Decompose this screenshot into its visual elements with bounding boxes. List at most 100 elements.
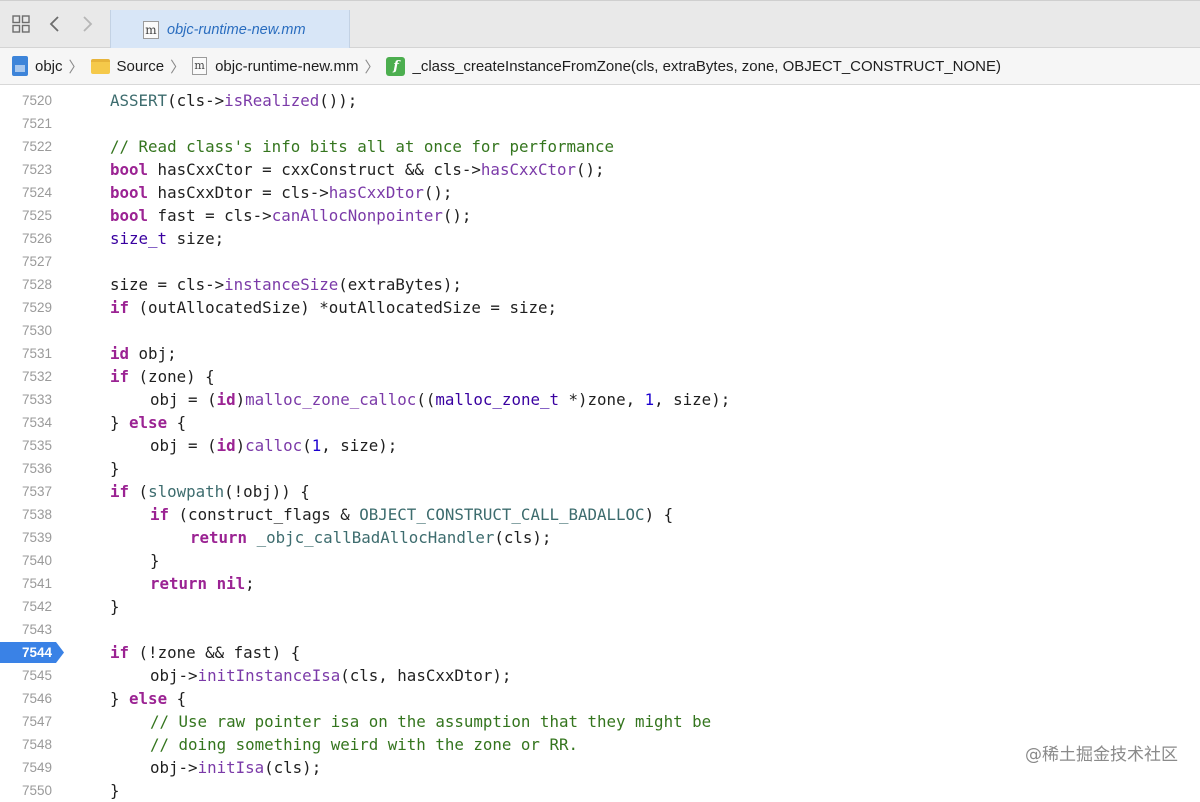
- code-text: // Read class's info bits all at once fo…: [110, 135, 614, 158]
- code-token: hasCxxDtor: [328, 183, 424, 202]
- code-line[interactable]: 7536}: [0, 457, 1200, 480]
- line-number[interactable]: 7546: [0, 687, 52, 710]
- code-text: obj->initIsa(cls);: [150, 756, 321, 779]
- tab-bar: m objc-runtime-new.mm: [0, 0, 1200, 49]
- code-token: }: [110, 597, 120, 616]
- code-token: obj->: [150, 666, 198, 685]
- code-token: obj;: [129, 344, 177, 363]
- code-line[interactable]: 7543: [0, 618, 1200, 641]
- code-line[interactable]: 7538 if (construct_flags & OBJECT_CONSTRU…: [0, 503, 1200, 526]
- line-number[interactable]: 7537: [0, 480, 52, 503]
- line-number[interactable]: 7536: [0, 457, 52, 480]
- tab-objc-runtime-new[interactable]: m objc-runtime-new.mm: [110, 10, 350, 49]
- breadcrumb-file[interactable]: m objc-runtime-new.mm: [192, 57, 358, 75]
- line-number[interactable]: 7529: [0, 296, 52, 319]
- line-number[interactable]: 7542: [0, 595, 52, 618]
- code-line[interactable]: 7528 size = cls->instanceSize(extraBytes)…: [0, 273, 1200, 296]
- line-number[interactable]: 7522: [0, 135, 52, 158]
- line-number[interactable]: 7540: [0, 549, 52, 572]
- code-editor[interactable]: 7520 ASSERT(cls->isRealized()); 7521 7522 //…: [0, 85, 1200, 800]
- code-line[interactable]: 7550}: [0, 779, 1200, 802]
- line-number[interactable]: 7526: [0, 227, 52, 250]
- line-number[interactable]: 7541: [0, 572, 52, 595]
- line-number[interactable]: 7539: [0, 526, 52, 549]
- code-token: }: [150, 551, 160, 570]
- line-number[interactable]: 7523: [0, 158, 52, 181]
- code-token: (cls);: [264, 758, 322, 777]
- code-line[interactable]: 7542}: [0, 595, 1200, 618]
- code-line[interactable]: 7549 obj->initIsa(cls);: [0, 756, 1200, 779]
- code-token: nil: [216, 574, 246, 593]
- line-number[interactable]: 7549: [0, 756, 52, 779]
- code-line[interactable]: 7526 size_t size;: [0, 227, 1200, 250]
- code-line[interactable]: 7546} else {: [0, 687, 1200, 710]
- line-number[interactable]: 7534: [0, 411, 52, 434]
- code-line[interactable]: 7530: [0, 319, 1200, 342]
- line-number[interactable]: 7531: [0, 342, 52, 365]
- chevron-right-icon: [83, 16, 93, 32]
- line-number[interactable]: 7547: [0, 710, 52, 733]
- breadcrumb-folder-label: Source: [116, 57, 165, 75]
- code-token: ((: [416, 390, 436, 409]
- code-line[interactable]: 7522 // Read class's info bits all at onc…: [0, 135, 1200, 158]
- code-token: (extraBytes);: [338, 275, 462, 294]
- breadcrumb-folder[interactable]: Source: [90, 57, 165, 75]
- breadcrumb-function-label: _class_createInstanceFromZone(cls, extra…: [412, 57, 1001, 75]
- back-button[interactable]: [42, 11, 68, 37]
- code-token: (!zone && fast) {: [129, 643, 301, 662]
- code-line[interactable]: 7532 if (zone) {: [0, 365, 1200, 388]
- line-number[interactable]: 7528: [0, 273, 52, 296]
- line-number[interactable]: 7544: [0, 641, 52, 664]
- code-line[interactable]: 7527: [0, 250, 1200, 273]
- code-line[interactable]: 7547 // Use raw pointer isa on the assump…: [0, 710, 1200, 733]
- line-number[interactable]: 7535: [0, 434, 52, 457]
- code-line[interactable]: 7531 id obj;: [0, 342, 1200, 365]
- code-line[interactable]: 7534} else {: [0, 411, 1200, 434]
- line-number[interactable]: 7538: [0, 503, 52, 526]
- code-line[interactable]: 7525 bool fast = cls->canAllocNonpointer(…: [0, 204, 1200, 227]
- code-token: return: [150, 574, 208, 593]
- code-token: ();: [442, 206, 472, 225]
- line-number[interactable]: 7548: [0, 733, 52, 756]
- line-number[interactable]: 7533: [0, 388, 52, 411]
- code-text: // Use raw pointer isa on the assumption…: [150, 710, 711, 733]
- line-number[interactable]: 7524: [0, 181, 52, 204]
- code-token: if: [110, 367, 130, 386]
- code-line[interactable]: 7545 obj->initInstanceIsa(cls, hasCxxDtor…: [0, 664, 1200, 687]
- code-line[interactable]: 7523 bool hasCxxCtor = cxxConstruct && cl…: [0, 158, 1200, 181]
- code-line[interactable]: 7529 if (outAllocatedSize) *outAllocatedS…: [0, 296, 1200, 319]
- code-token: malloc_zone_t: [435, 390, 559, 409]
- breadcrumb-project-label: objc: [35, 57, 63, 75]
- code-line[interactable]: 7541 return nil;: [0, 572, 1200, 595]
- code-line[interactable]: 7544 if (!zone && fast) {: [0, 641, 1200, 664]
- code-line[interactable]: 7537 if (slowpath(!obj)) {: [0, 480, 1200, 503]
- breakpoint-marker[interactable]: 7544: [0, 642, 64, 663]
- line-number[interactable]: 7525: [0, 204, 52, 227]
- breadcrumb-function[interactable]: f _class_createInstanceFromZone(cls, ext…: [386, 56, 1001, 76]
- line-number[interactable]: 7530: [0, 319, 52, 342]
- code-line[interactable]: 7535 obj = (id)calloc(1, size);: [0, 434, 1200, 457]
- code-line[interactable]: 7521: [0, 112, 1200, 135]
- breadcrumb-project[interactable]: objc: [12, 56, 63, 76]
- code-text: obj->initInstanceIsa(cls, hasCxxDtor);: [150, 664, 511, 687]
- code-line[interactable]: 7548 // doing something weird with the zo…: [0, 733, 1200, 756]
- line-number[interactable]: 7527: [0, 250, 52, 273]
- code-token: if: [110, 643, 130, 662]
- line-number[interactable]: 7545: [0, 664, 52, 687]
- line-number[interactable]: 7520: [0, 89, 52, 112]
- code-token: ): [235, 436, 246, 455]
- line-number[interactable]: 7550: [0, 779, 52, 802]
- code-line[interactable]: 7540}: [0, 549, 1200, 572]
- code-token: else: [129, 689, 168, 708]
- line-number[interactable]: 7521: [0, 112, 52, 135]
- code-token: , size);: [321, 436, 398, 455]
- forward-button[interactable]: [74, 11, 100, 37]
- code-line[interactable]: 7533 obj = (id)malloc_zone_calloc((malloc…: [0, 388, 1200, 411]
- code-line[interactable]: 7520 ASSERT(cls->isRealized());: [0, 89, 1200, 112]
- line-number[interactable]: 7543: [0, 618, 52, 641]
- code-line[interactable]: 7539 return _objc_callBadAllocHandler(cls…: [0, 526, 1200, 549]
- line-number[interactable]: 7532: [0, 365, 52, 388]
- grid-icon[interactable]: [8, 11, 34, 37]
- code-line[interactable]: 7524 bool hasCxxDtor = cls->hasCxxDtor();: [0, 181, 1200, 204]
